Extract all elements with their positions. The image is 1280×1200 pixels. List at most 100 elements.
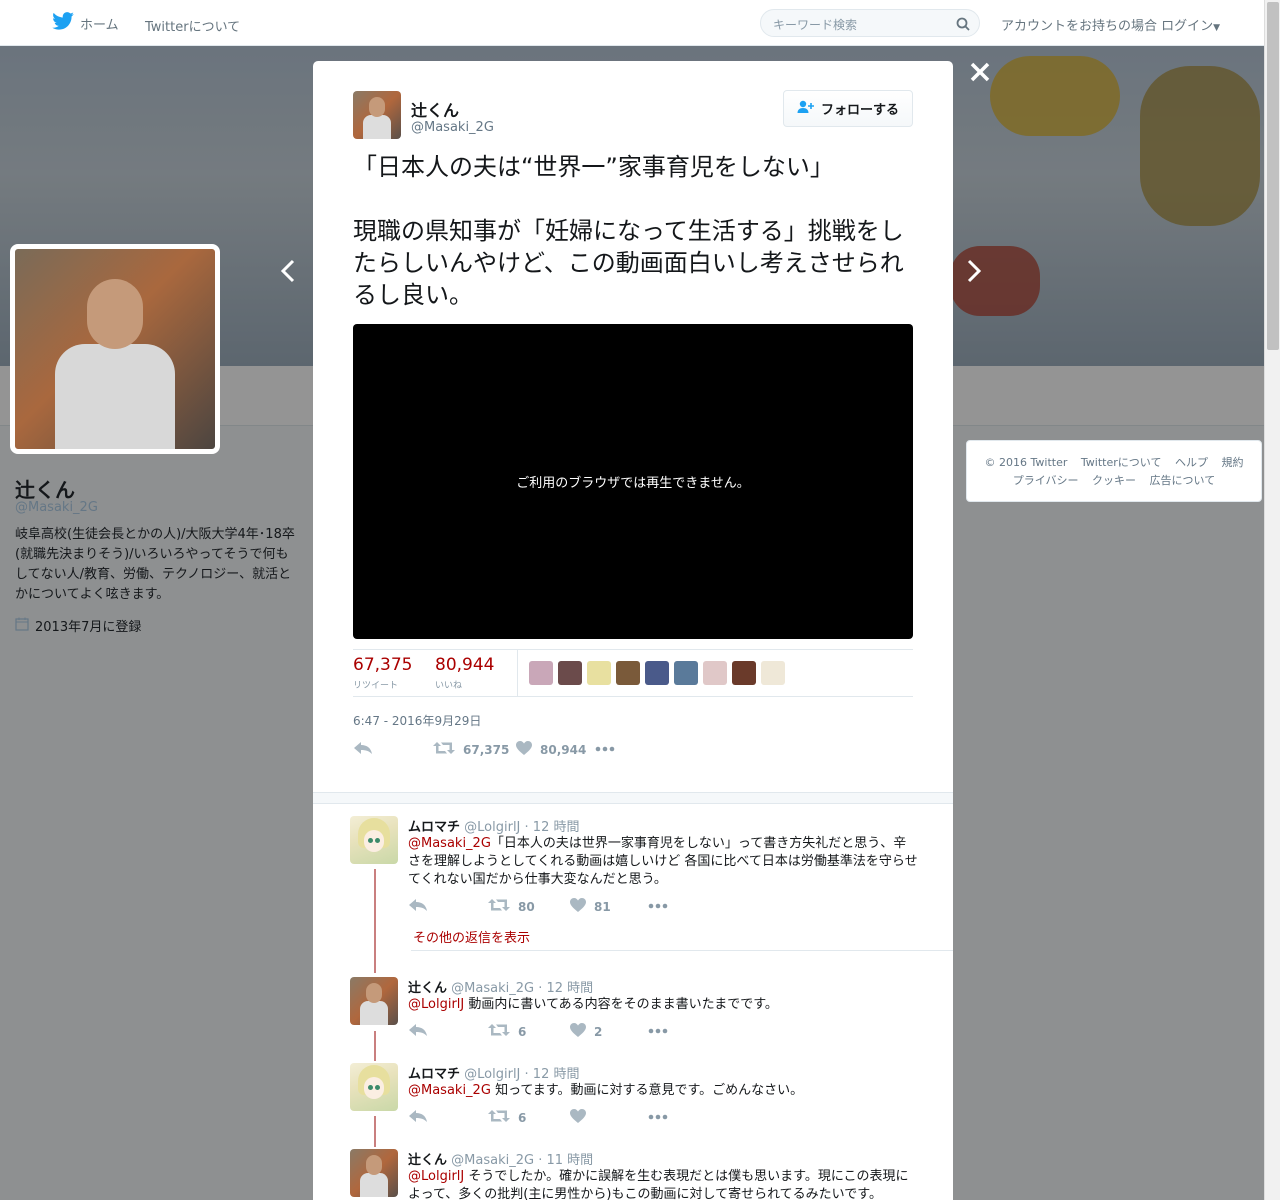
reply-author-handle[interactable]: @Masaki_2G <box>451 1153 534 1168</box>
reply-avatar[interactable] <box>350 816 398 864</box>
reply-icon <box>353 741 373 758</box>
liker-avatar[interactable] <box>529 661 553 685</box>
reply-text-content: 動画内に書いてある内容をそのまま書いたまでです。 <box>468 997 778 1012</box>
scrollbar-thumb[interactable] <box>1267 2 1279 350</box>
more-options-button[interactable] <box>648 898 668 912</box>
caret-down-icon: ▼ <box>1213 23 1221 33</box>
like-action-count: 80,944 <box>540 742 587 757</box>
tweet-modal: 辻くん @Masaki_2G フォローする 「日本人の夫は“世界一”家事育児をし… <box>313 61 953 1200</box>
tweet-text: 「日本人の夫は“世界一”家事育児をしない」 現職の県知事が「妊婦になって生活する… <box>353 153 904 309</box>
reply-author-handle[interactable]: @LolgirlJ <box>464 1067 520 1082</box>
heart-icon <box>516 741 532 758</box>
page-scrollbar[interactable] <box>1264 0 1280 1200</box>
footer-about-link[interactable]: Twitterについて <box>1081 456 1162 469</box>
reply-avatar[interactable] <box>350 1149 398 1197</box>
footer-help-link[interactable]: ヘルプ <box>1175 456 1208 469</box>
login-dropdown[interactable]: アカウントをお持ちの場合 ログイン▼ <box>1001 15 1220 34</box>
tweet-author-handle[interactable]: @Masaki_2G <box>411 120 494 135</box>
reply-button[interactable] <box>408 898 428 915</box>
more-options-button[interactable] <box>595 741 615 755</box>
reply-time[interactable]: · 12 時間 <box>538 981 593 996</box>
liker-avatar[interactable] <box>732 661 756 685</box>
reply-author-name[interactable]: ムロマチ <box>408 820 460 835</box>
reply-author-name[interactable]: ムロマチ <box>408 1067 460 1082</box>
reply-button[interactable] <box>353 741 373 758</box>
chevron-right-icon[interactable] <box>966 258 982 291</box>
retweet-icon <box>488 1109 510 1126</box>
retweet-count-stat[interactable]: 67,375 リツイート <box>353 655 412 691</box>
reply-author-handle[interactable]: @LolgirlJ <box>464 820 520 835</box>
liker-avatar[interactable] <box>616 661 640 685</box>
reply-text-content: 知ってます。動画に対する意見です。ごめんなさい。 <box>495 1083 804 1098</box>
like-count-stat[interactable]: 80,944 いいね <box>435 655 494 691</box>
reply-avatar[interactable] <box>350 1063 398 1111</box>
footer-cookies-link[interactable]: クッキー <box>1092 474 1136 487</box>
footer-privacy-link[interactable]: プライバシー <box>1013 474 1079 487</box>
like-button[interactable] <box>570 1109 594 1126</box>
reply-text-content: そうでしたか。確かに誤解を生む表現だとは僕も思います。現にこの表現によって、多く… <box>408 1169 909 1200</box>
reply-text: @Masaki_2G「日本人の夫は世界一家事育児をしない」って書き方失礼だと思う… <box>408 835 918 889</box>
reply-mention[interactable]: @Masaki_2G <box>408 1083 491 1098</box>
like-button[interactable]: 80,944 <box>516 741 586 758</box>
reply-author-name[interactable]: 辻くん <box>408 1153 447 1168</box>
reply-item[interactable]: 辻くん @Masaki_2G · 12 時間 @LolgirlJ 動画内に書いて… <box>350 977 950 1039</box>
like-button[interactable]: 2 <box>570 1023 602 1040</box>
twitter-bird-icon <box>52 12 74 34</box>
reply-mention[interactable]: @Masaki_2G <box>408 836 491 851</box>
tweet-author-name[interactable]: 辻くん <box>411 97 459 121</box>
footer-links: © 2016 Twitter Twitterについて ヘルプ 規約 プライバシー… <box>966 440 1262 502</box>
reply-button[interactable] <box>408 1023 428 1040</box>
reply-avatar[interactable] <box>350 977 398 1025</box>
footer-terms-link[interactable]: 規約 <box>1221 456 1243 469</box>
reply-item[interactable]: 辻くん @Masaki_2G · 11 時間 @LolgirlJ そうでしたか。… <box>350 1149 950 1200</box>
reply-actions: 6 2 <box>408 1023 708 1041</box>
retweet-button[interactable]: 6 <box>488 1023 526 1040</box>
search-input[interactable]: キーワード検索 <box>760 9 980 37</box>
more-options-button[interactable] <box>648 1109 668 1123</box>
reply-author-name[interactable]: 辻くん <box>408 981 447 996</box>
reply-header: 辻くん @Masaki_2G · 11 時間 <box>408 1149 593 1168</box>
liker-avatar[interactable] <box>587 661 611 685</box>
reply-author-handle[interactable]: @Masaki_2G <box>451 981 534 996</box>
about-twitter-link[interactable]: Twitterについて <box>145 16 240 35</box>
liker-avatars <box>529 661 785 685</box>
reply-icon <box>408 898 428 915</box>
tweet-timestamp[interactable]: 6:47 - 2016年9月29日 <box>353 712 481 729</box>
retweet-button[interactable]: 6 <box>488 1109 526 1126</box>
liker-avatar[interactable] <box>761 661 785 685</box>
profile-bio: 岐阜高校(生徒会長とかの人)/大阪大学4年･18卒(就職先決まりそう)/いろいろ… <box>15 527 295 602</box>
liker-avatar[interactable] <box>645 661 669 685</box>
reply-time[interactable]: · 11 時間 <box>538 1153 593 1168</box>
more-dots-icon <box>648 1023 668 1037</box>
show-more-replies-link[interactable]: その他の返信を表示 <box>413 927 530 946</box>
search-icon[interactable] <box>956 16 970 35</box>
reply-time[interactable]: · 12 時間 <box>525 820 580 835</box>
reply-actions: 80 81 <box>408 898 708 916</box>
reply-text: @LolgirlJ 動画内に書いてある内容をそのまま書いたまでです。 <box>408 996 918 1014</box>
footer-ads-link[interactable]: 広告について <box>1150 474 1216 487</box>
reply-item[interactable]: ムロマチ @LolgirlJ · 12 時間 @Masaki_2G「日本人の夫は… <box>350 816 950 926</box>
retweet-icon <box>433 741 455 758</box>
reply-header: ムロマチ @LolgirlJ · 12 時間 <box>408 1063 579 1082</box>
reply-button[interactable] <box>408 1109 428 1126</box>
reply-mention[interactable]: @LolgirlJ <box>408 997 464 1012</box>
home-link[interactable]: ホーム <box>52 12 119 34</box>
follow-button[interactable]: フォローする <box>783 90 913 127</box>
more-options-button[interactable] <box>648 1023 668 1037</box>
retweet-button[interactable]: 80 <box>488 898 535 915</box>
chevron-left-icon[interactable] <box>280 258 296 291</box>
liker-avatar[interactable] <box>558 661 582 685</box>
profile-joined: 2013年7月に登録 <box>15 616 141 635</box>
like-count-label: いいね <box>435 681 463 691</box>
tweet-actions: 67,375 80,944 <box>353 741 913 761</box>
like-button[interactable]: 81 <box>570 898 611 915</box>
retweet-button[interactable]: 67,375 <box>433 741 509 758</box>
liker-avatar[interactable] <box>703 661 727 685</box>
video-player[interactable]: ご利用のブラウザでは再生できません。 <box>353 324 913 639</box>
liker-avatar[interactable] <box>674 661 698 685</box>
reply-time[interactable]: · 12 時間 <box>525 1067 580 1082</box>
reply-mention[interactable]: @LolgirlJ <box>408 1169 464 1184</box>
reply-item[interactable]: ムロマチ @LolgirlJ · 12 時間 @Masaki_2G 知ってます。… <box>350 1063 950 1126</box>
close-icon[interactable] <box>968 58 992 91</box>
tweet-author-avatar[interactable] <box>353 91 401 139</box>
